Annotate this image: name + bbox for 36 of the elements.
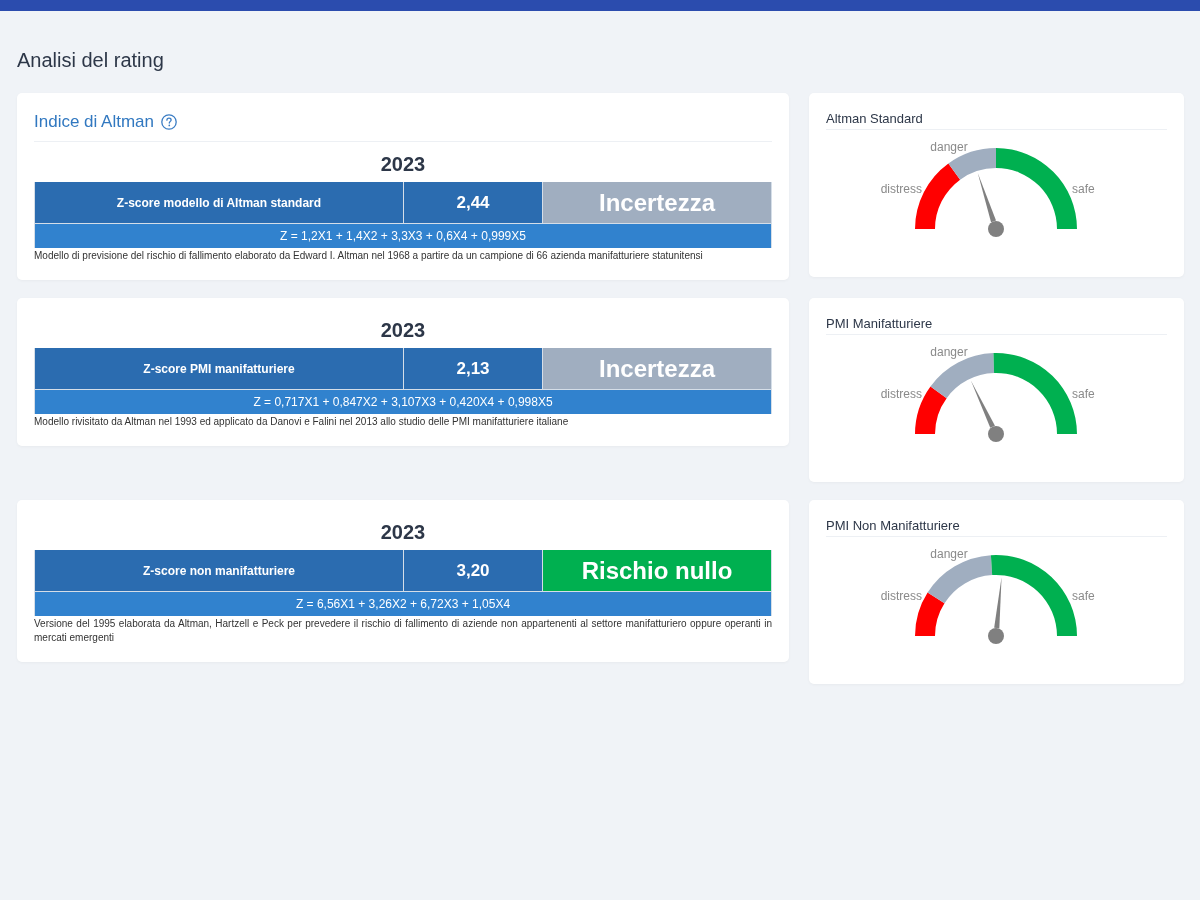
score-cell: 2,44 bbox=[404, 182, 542, 223]
zone-label: safe bbox=[1072, 589, 1095, 603]
section-title: Indice di Altman bbox=[34, 112, 154, 132]
year-heading: 2023 bbox=[379, 152, 427, 176]
gauge-title: PMI Non Manifatturiere bbox=[826, 518, 961, 534]
gauge-title: PMI Manifatturiere bbox=[826, 316, 934, 332]
score-cell: 2,13 bbox=[404, 348, 542, 389]
formula-cell: Z = 1,2X1 + 1,4X2 + 3,3X3 + 0,6X4 + 0,999X5 bbox=[35, 224, 771, 248]
model-name-cell: Z-score modello di Altman standard bbox=[35, 182, 403, 223]
needle-hub bbox=[988, 628, 1004, 644]
status-cell: Rischio nullo bbox=[543, 550, 771, 591]
score-cell: 3,20 bbox=[404, 550, 542, 591]
needle-hub bbox=[988, 221, 1004, 237]
model-name-cell: Z-score non manifatturiere bbox=[35, 550, 403, 591]
status-cell: Incertezza bbox=[543, 348, 771, 389]
zone-label: distress bbox=[880, 387, 922, 401]
status-cell: Incertezza bbox=[543, 182, 771, 223]
zone-label: safe bbox=[1072, 387, 1095, 401]
year-heading: 2023 bbox=[379, 318, 427, 342]
model-description: Versione del 1995 elaborata da Altman, Hartzell e Peck per prevedere il rischio di fallimento di aziende non appartenenti al settore manifatturiero oppure operanti in mercati emergenti bbox=[34, 617, 772, 645]
zone-label: danger bbox=[930, 547, 968, 561]
model-description: Modello di previsione del rischio di fallimento elaborato da Edward I. Altman nel 1968 a partire da un campione di 66 azienda manifatturiere statunitensi bbox=[34, 249, 704, 263]
formula-cell: Z = 6,56X1 + 3,26X2 + 6,72X3 + 1,05X4 bbox=[35, 592, 771, 616]
help-icon[interactable] bbox=[161, 114, 177, 130]
zone-label: safe bbox=[1072, 182, 1095, 196]
gauge-title: Altman Standard bbox=[826, 111, 924, 127]
year-heading: 2023 bbox=[379, 520, 427, 544]
formula-cell: Z = 0,717X1 + 0,847X2 + 3,107X3 + 0,420X4 + 0,998X5 bbox=[35, 390, 771, 414]
zone-label: danger bbox=[930, 345, 968, 359]
zone-label: distress bbox=[880, 589, 922, 603]
zone-label: danger bbox=[930, 140, 968, 154]
zone-label: distress bbox=[880, 182, 922, 196]
model-description: Modello rivisitato da Altman nel 1993 ed applicato da Danovi e Falini nel 2013 allo studio delle PMI manifatturiere italiane bbox=[34, 415, 570, 429]
needle-hub bbox=[988, 426, 1004, 442]
model-name-cell: Z-score PMI manifatturiere bbox=[35, 348, 403, 389]
page-title: Analisi del rating bbox=[17, 48, 165, 72]
